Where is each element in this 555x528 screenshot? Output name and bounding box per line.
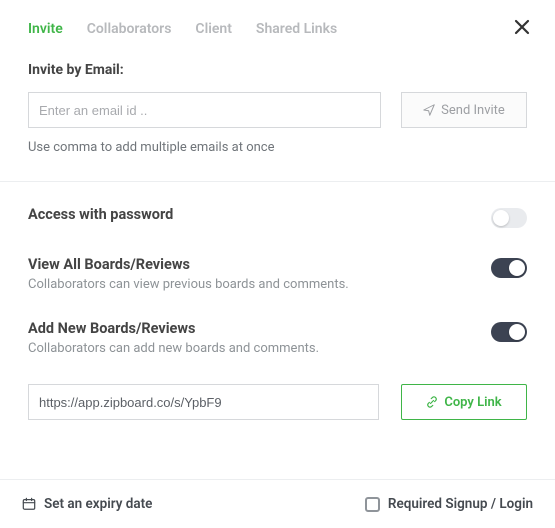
tab-shared-links[interactable]: Shared Links [256, 21, 337, 37]
tab-collaborators[interactable]: Collaborators [87, 21, 172, 37]
copy-link-label: Copy Link [444, 395, 501, 410]
toggle-knob [509, 324, 525, 340]
setting-add-new-sub: Collaborators can add new boards and com… [28, 341, 491, 356]
close-button[interactable] [513, 18, 531, 40]
invite-row: Send Invite [28, 92, 527, 128]
invite-label: Invite by Email: [28, 62, 527, 78]
share-link-input[interactable] [28, 384, 379, 420]
required-signup-option[interactable]: Required Signup / Login [365, 496, 533, 512]
toggle-view-all[interactable] [491, 258, 527, 278]
copy-link-button[interactable]: Copy Link [401, 384, 527, 420]
invite-modal: Invite Collaborators Client Shared Links… [0, 0, 555, 528]
setting-add-new: Add New Boards/Reviews Collaborators can… [28, 320, 527, 356]
setting-view-all-title: View All Boards/Reviews [28, 256, 491, 273]
calendar-icon [22, 497, 36, 511]
toggle-knob [509, 260, 525, 276]
tabs: Invite Collaborators Client Shared Links [28, 21, 513, 37]
send-invite-button[interactable]: Send Invite [401, 92, 527, 128]
invite-section: Invite by Email: Send Invite Use comma t… [0, 48, 555, 163]
email-input[interactable] [28, 92, 381, 128]
link-icon [426, 396, 438, 408]
setting-view-all-sub: Collaborators can view previous boards a… [28, 277, 491, 292]
toggle-knob [493, 210, 509, 226]
share-link-row: Copy Link [28, 384, 527, 420]
setting-add-new-title: Add New Boards/Reviews [28, 320, 491, 337]
setting-password: Access with password [28, 206, 527, 228]
setting-password-title: Access with password [28, 206, 491, 223]
send-invite-label: Send Invite [441, 103, 505, 118]
close-icon [513, 18, 531, 36]
invite-hint: Use comma to add multiple emails at once [28, 140, 527, 155]
settings-section: Access with password View All Boards/Rev… [0, 181, 555, 438]
toggle-password[interactable] [491, 208, 527, 228]
footer: Set an expiry date Required Signup / Log… [0, 479, 555, 528]
tab-client[interactable]: Client [195, 21, 231, 37]
required-signup-checkbox[interactable] [365, 497, 380, 512]
toggle-add-new[interactable] [491, 322, 527, 342]
setting-view-all: View All Boards/Reviews Collaborators ca… [28, 256, 527, 292]
send-icon [423, 104, 435, 116]
tab-invite[interactable]: Invite [28, 21, 63, 37]
tabs-row: Invite Collaborators Client Shared Links [0, 0, 555, 48]
expiry-label: Set an expiry date [44, 496, 152, 512]
expiry-date-button[interactable]: Set an expiry date [22, 496, 152, 512]
required-signup-label: Required Signup / Login [388, 496, 533, 512]
